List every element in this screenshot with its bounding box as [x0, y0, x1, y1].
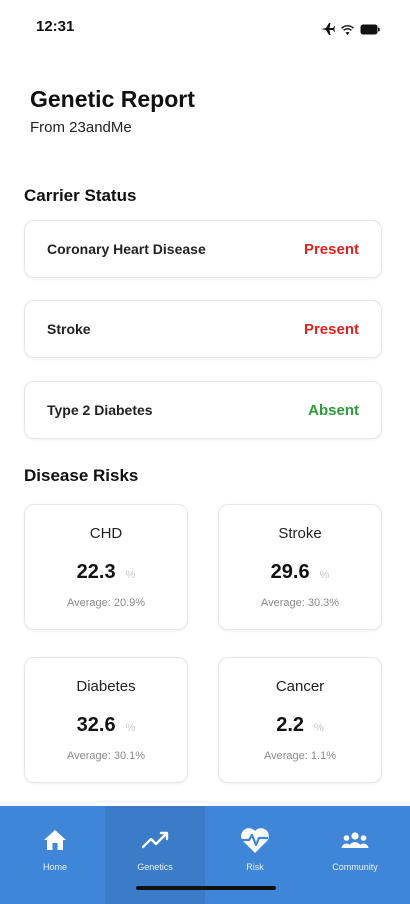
risk-value: 29.6 [270, 561, 310, 583]
status-icons [321, 22, 380, 40]
risk-card-chd[interactable]: CHD 22.3% Average: 20.9% [24, 504, 188, 630]
trend-line-icon [105, 826, 205, 854]
risk-name: Diabetes [76, 678, 136, 695]
carrier-card-chd[interactable]: Coronary Heart Disease Present [24, 220, 382, 278]
carrier-status: Present [303, 240, 359, 258]
risk-unit: % [125, 569, 136, 581]
heart-pulse-icon [205, 826, 305, 854]
risk-value: 32.6 [76, 714, 116, 736]
tab-label: Risk [246, 862, 264, 872]
status-bar: 12:31 [0, 0, 410, 60]
carrier-status-title: Carrier Status [24, 186, 137, 205]
home-icon [5, 826, 105, 854]
risk-value: 22.3 [76, 561, 116, 583]
page-title: Genetic Report [30, 86, 195, 112]
carrier-name: Coronary Heart Disease [47, 241, 206, 257]
risk-card-stroke[interactable]: Stroke 29.6% Average: 30.3% [218, 504, 382, 630]
risk-card-cancer[interactable]: Cancer 2.2% Average: 1.1% [218, 657, 382, 783]
carrier-status: Present [303, 320, 359, 338]
carrier-name: Stroke [47, 321, 91, 337]
page-subtitle: From 23andMe [30, 119, 132, 136]
carrier-card-diabetes[interactable]: Type 2 Diabetes Absent [24, 381, 382, 439]
risk-unit: % [319, 569, 330, 581]
tab-community[interactable]: Community [305, 806, 405, 904]
tab-label: Community [332, 862, 378, 872]
risk-unit: % [125, 722, 136, 734]
disease-risks-title: Disease Risks [24, 466, 139, 485]
carrier-name: Type 2 Diabetes [47, 402, 153, 418]
risk-name: CHD [89, 525, 123, 542]
risk-card-diabetes[interactable]: Diabetes 32.6% Average: 30.1% [24, 657, 188, 783]
risk-value-row: 2.2% [219, 714, 381, 737]
home-indicator [136, 886, 276, 890]
risk-average: Average: 30.3% [260, 597, 340, 609]
risk-value-row: 29.6% [219, 561, 381, 584]
battery-icon [360, 22, 380, 40]
report-header: Genetic Report From 23andMe [30, 86, 195, 136]
risk-average: Average: 30.1% [66, 750, 146, 762]
risk-name: Cancer [275, 678, 325, 695]
risk-value: 2.2 [276, 714, 305, 736]
community-icon [305, 826, 405, 854]
risk-average: Average: 20.9% [66, 597, 146, 609]
carrier-status: Absent [308, 401, 359, 419]
tab-label: Genetics [137, 862, 173, 872]
tab-home[interactable]: Home [5, 806, 105, 904]
status-time: 12:31 [36, 18, 75, 35]
wifi-icon [341, 22, 354, 40]
risk-name: Stroke [278, 525, 322, 542]
risk-value-row: 22.3% [25, 561, 187, 584]
carrier-card-stroke[interactable]: Stroke Present [24, 300, 382, 358]
tab-label: Home [42, 862, 67, 872]
risk-unit: % [314, 722, 324, 734]
airplane-icon [321, 22, 335, 40]
risk-average: Average: 1.1% [264, 750, 336, 762]
risk-value-row: 32.6% [25, 714, 187, 737]
